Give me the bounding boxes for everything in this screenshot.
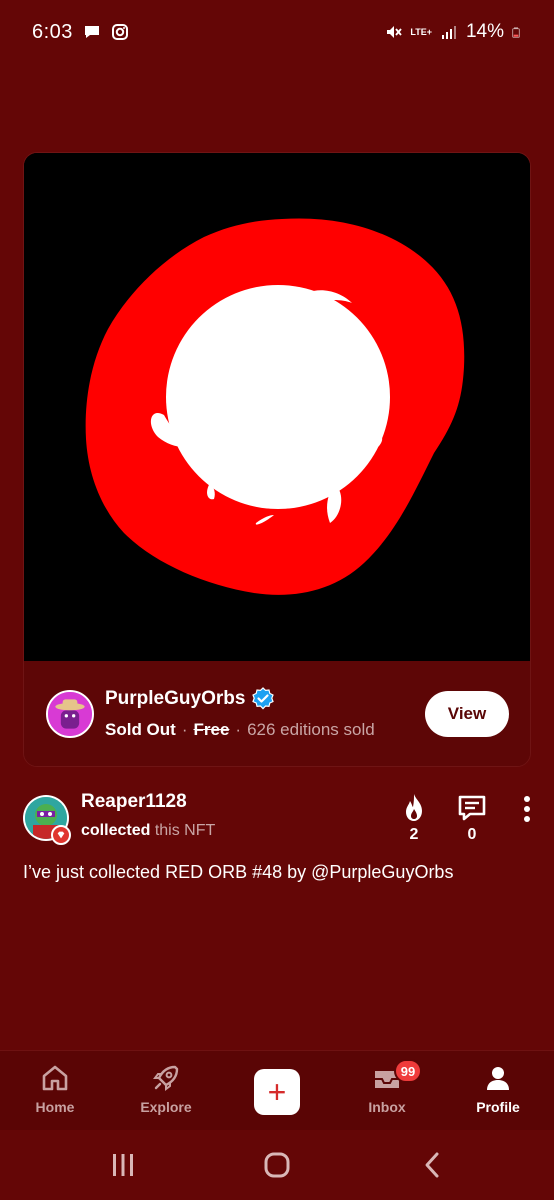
recent-apps-icon[interactable]: [108, 1150, 138, 1180]
signal-icon: [441, 26, 456, 39]
view-button[interactable]: View: [425, 691, 509, 737]
nav-explore[interactable]: Explore: [121, 1063, 211, 1115]
post-action: collected this NFT: [81, 822, 215, 840]
user-avatar[interactable]: [23, 795, 71, 845]
home-button-icon[interactable]: [262, 1150, 292, 1180]
person-icon: [487, 1067, 509, 1090]
mute-icon: [387, 26, 403, 38]
editions-sold-label: 626 editions sold: [247, 720, 375, 739]
red-orb-image: [24, 153, 530, 661]
nav-inbox[interactable]: 99 Inbox: [342, 1059, 432, 1115]
post-text: I’ve just collected RED ORB #48 by @Purp…: [23, 862, 454, 882]
nft-card[interactable]: PurpleGuyOrbs Sold Out · Free · 626 edit…: [23, 152, 531, 767]
nft-artwork[interactable]: [24, 153, 530, 661]
fire-count: 2: [409, 826, 419, 843]
instagram-icon: [111, 24, 128, 40]
post-action-object: this NFT: [154, 822, 216, 839]
status-right: LTE+ 14%: [384, 21, 524, 43]
battery-icon: [512, 27, 520, 38]
nav-profile-label: Profile: [476, 1099, 520, 1115]
creator-name-row: PurpleGuyOrbs: [105, 687, 275, 711]
more-options-icon[interactable]: [518, 795, 536, 823]
sold-out-label: Sold Out: [105, 720, 176, 739]
nav-profile[interactable]: Profile: [453, 1063, 543, 1115]
creator-avatar[interactable]: [46, 690, 94, 738]
nav-home-label: Home: [35, 1099, 75, 1115]
sale-info-row: Sold Out · Free · 626 editions sold: [105, 720, 375, 740]
rocket-icon: [153, 1065, 179, 1091]
creator-avatar-image: [48, 692, 92, 736]
status-bar: 6:03 LTE+ 14%: [0, 0, 554, 64]
status-time: 6:03: [32, 20, 73, 43]
plus-icon: +: [267, 1074, 287, 1110]
inbox-badge: 99: [394, 1059, 422, 1083]
nav-inbox-label: Inbox: [368, 1099, 406, 1115]
fire-icon[interactable]: [398, 792, 430, 824]
post-action-verb: collected: [81, 822, 151, 839]
collected-badge-icon: [51, 825, 71, 845]
creator-name[interactable]: PurpleGuyOrbs: [105, 688, 245, 710]
post-username[interactable]: Reaper1128: [81, 791, 187, 813]
status-left: 6:03: [32, 21, 129, 44]
system-nav-bar: [0, 1130, 554, 1200]
bottom-nav: Home Explore + 99 Inbox Profile: [0, 1050, 554, 1130]
separator-dot: ·: [181, 720, 188, 739]
nav-home[interactable]: Home: [10, 1063, 100, 1115]
home-icon: [42, 1065, 68, 1091]
back-icon[interactable]: [418, 1150, 448, 1180]
create-button[interactable]: +: [254, 1069, 300, 1115]
comment-count: 0: [467, 826, 477, 843]
nav-explore-label: Explore: [140, 1099, 192, 1115]
chat-notification-icon: [84, 26, 99, 38]
price-label: Free: [193, 720, 230, 739]
comment-icon[interactable]: [456, 792, 488, 824]
network-type: LTE+: [410, 26, 432, 37]
verified-badge-icon: [252, 687, 275, 710]
battery-percent: 14%: [465, 21, 504, 42]
separator-dot: ·: [235, 720, 242, 739]
nft-card-footer: PurpleGuyOrbs Sold Out · Free · 626 edit…: [24, 661, 530, 766]
